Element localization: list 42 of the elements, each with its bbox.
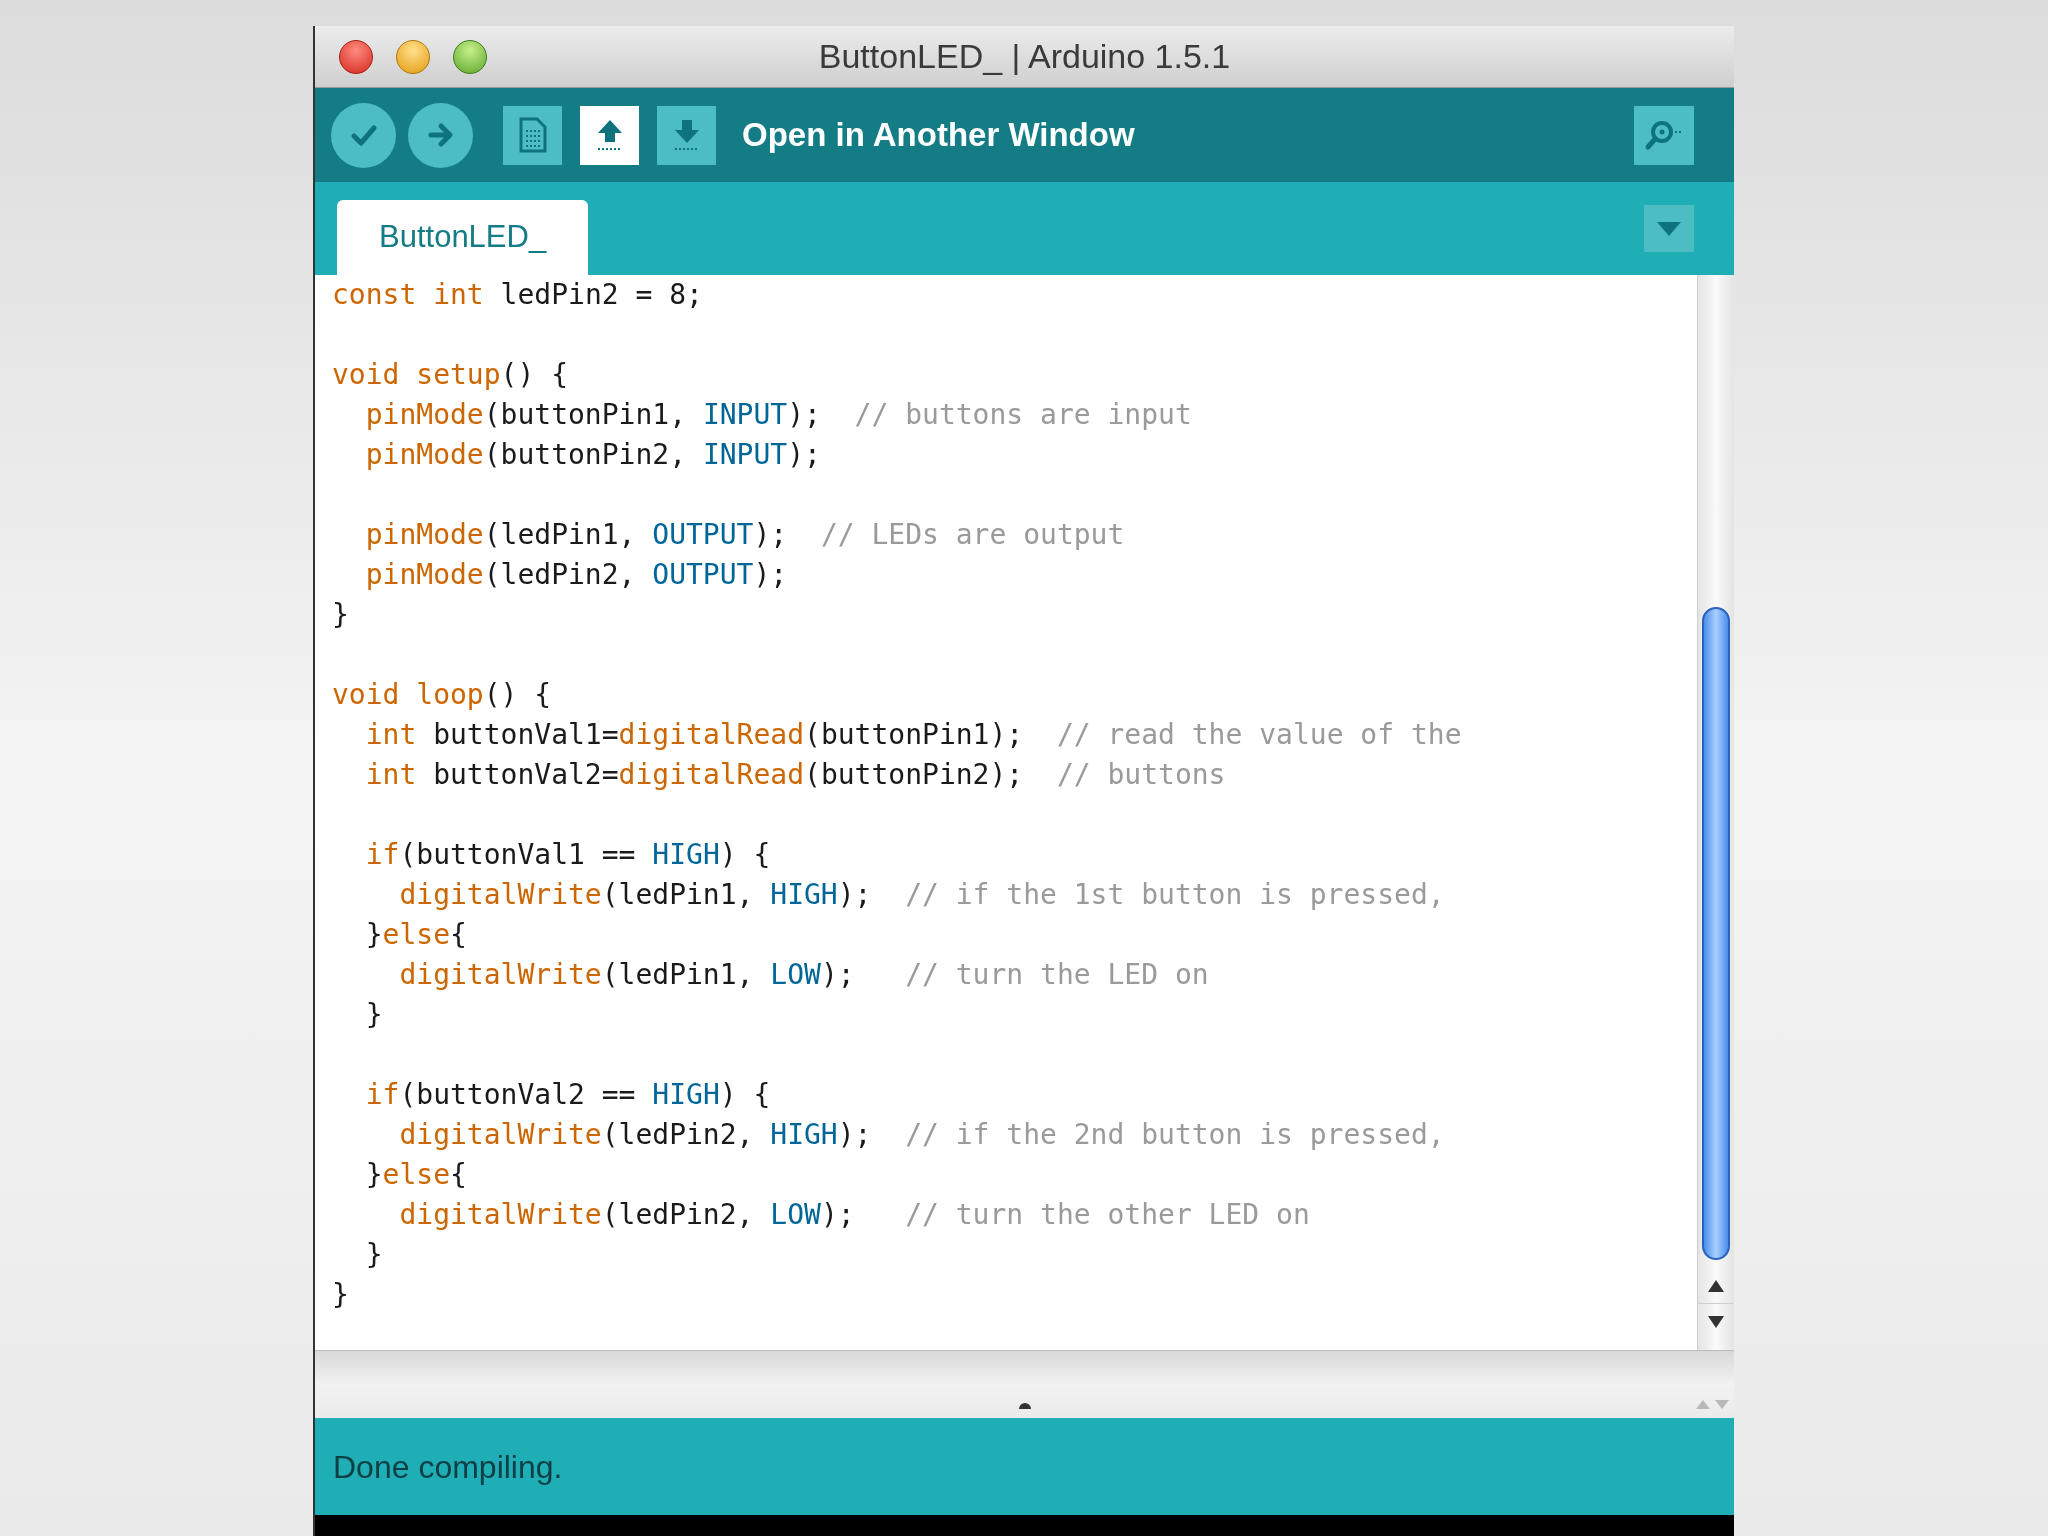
save-button[interactable]	[657, 105, 716, 165]
code-line: pinMode(buttonPin2, INPUT);	[364, 437, 821, 473]
open-button[interactable]	[580, 105, 639, 165]
code-line: void loop() {	[332, 677, 552, 713]
code-line: }	[364, 997, 383, 1033]
code-line: pinMode(buttonPin1, INPUT); // buttons are input	[364, 397, 1192, 433]
code-line: if(buttonVal1 == HIGH) {	[364, 837, 771, 873]
code-line: }	[364, 1237, 383, 1273]
toolbar-hint: Open in Another Window	[742, 115, 1135, 156]
code-line: pinMode(ledPin1, OUTPUT); // LEDs are output	[364, 517, 1125, 553]
code-line: }else{	[364, 917, 467, 953]
document-icon	[517, 117, 548, 153]
code-line: pinMode(ledPin2, OUTPUT);	[364, 557, 788, 593]
code-line: int buttonVal2=digitalRead(buttonPin2); // buttons	[364, 757, 1226, 793]
code-line: digitalWrite(ledPin1, LOW); // turn the LED on	[398, 957, 1209, 993]
zoom-button[interactable]	[453, 39, 487, 74]
code-line: }else{	[364, 1157, 467, 1193]
scrollbar-thumb[interactable]	[1702, 607, 1730, 1260]
code-line: if(buttonVal2 == HIGH) {	[364, 1077, 771, 1113]
close-button[interactable]	[339, 39, 373, 74]
code-line: digitalWrite(ledPin1, HIGH); // if the 1st button is pressed,	[398, 877, 1445, 913]
status-message: Done compiling.	[333, 1447, 563, 1487]
code-line: digitalWrite(ledPin2, HIGH); // if the 2nd button is pressed,	[398, 1117, 1445, 1153]
up-triangle-icon	[1708, 1279, 1724, 1292]
caret-icon	[1657, 221, 1681, 236]
scrollbar[interactable]	[1697, 275, 1734, 1350]
code-line: void setup() {	[332, 357, 569, 393]
minimize-button[interactable]	[396, 39, 430, 74]
code-line: digitalWrite(ledPin2, LOW); // turn the other LED on	[398, 1197, 1310, 1233]
code-line: int buttonVal1=digitalRead(buttonPin1); // read the value of the	[364, 717, 1462, 753]
grip-icon	[1017, 1400, 1032, 1410]
sketch-tab[interactable]: ButtonLED_	[337, 200, 589, 275]
serial-monitor-button[interactable]	[1634, 105, 1694, 165]
resize-arrows-icon	[1696, 1398, 1730, 1410]
window-title: ButtonLED_ | Arduino 1.5.1	[818, 36, 1231, 77]
code-line: const int ledPin2 = 8;	[332, 277, 703, 313]
code-line: }	[332, 597, 349, 633]
tab-menu-button[interactable]	[1644, 205, 1694, 252]
code-line: }	[332, 1277, 349, 1313]
new-button[interactable]	[503, 105, 562, 165]
down-triangle-icon	[1708, 1316, 1724, 1328]
magnifier-icon	[1644, 118, 1684, 152]
